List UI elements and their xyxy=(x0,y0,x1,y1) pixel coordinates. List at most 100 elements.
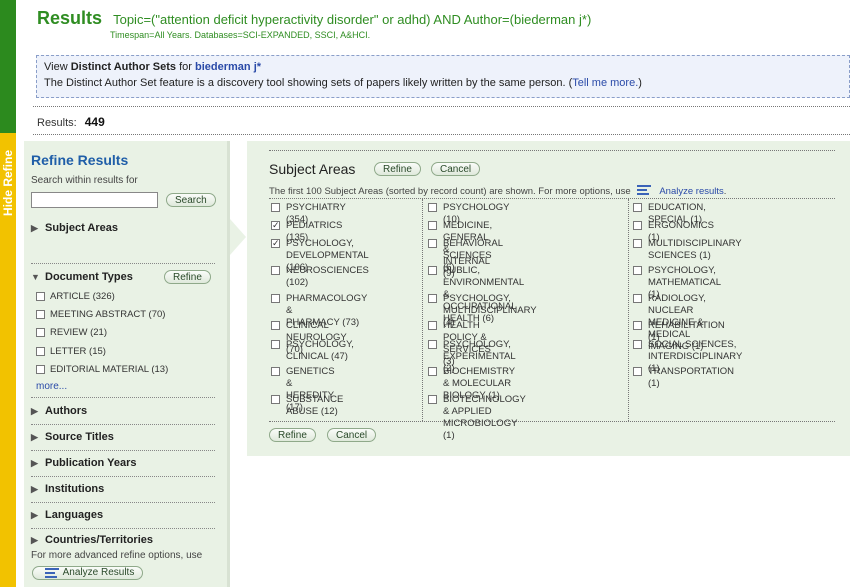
left-green-bar xyxy=(0,0,16,133)
more-doc-types-link[interactable]: more... xyxy=(36,381,67,392)
doc-type-label: REVIEW (21) xyxy=(50,327,108,338)
doc-type-checkbox[interactable]: EDITORIAL MATERIAL (13) xyxy=(36,364,168,375)
section-label: Authors xyxy=(45,405,88,417)
subject-areas-info: The first 100 Subject Areas (sorted by r… xyxy=(269,185,726,197)
section-label: Institutions xyxy=(45,483,105,495)
distinct-description: The Distinct Author Set feature is a dis… xyxy=(44,77,573,89)
checkbox[interactable] xyxy=(271,340,280,349)
results-label: Results: xyxy=(37,117,77,129)
column-separator xyxy=(422,199,423,421)
subject-area-label-line: PSYCHOLOGY, xyxy=(286,238,354,249)
divider xyxy=(31,450,215,451)
subject-area-label-line: NEUROSCIENCES (102) xyxy=(286,265,369,288)
advanced-options-text: For more advanced refine options, use xyxy=(31,550,203,561)
checkbox[interactable] xyxy=(271,294,280,303)
checkbox[interactable] xyxy=(633,321,642,330)
checkbox[interactable] xyxy=(428,294,437,303)
checkbox[interactable] xyxy=(633,221,642,230)
checkbox[interactable] xyxy=(428,367,437,376)
checkbox[interactable] xyxy=(428,203,437,212)
refine-sidebar: Refine Results Search within results for… xyxy=(24,141,230,587)
divider xyxy=(31,476,215,477)
section-subject-areas[interactable]: ▶ Subject Areas xyxy=(31,222,118,234)
analyze-icon xyxy=(637,185,652,195)
subject-area-label: MULTIDISCIPLINARY SCIENCES (1) xyxy=(648,238,741,262)
column-separator xyxy=(628,199,629,421)
doc-type-label: MEETING ABSTRACT (70) xyxy=(50,309,166,320)
section-document-types[interactable]: ▼ Document Types xyxy=(31,271,133,283)
checkbox[interactable] xyxy=(633,203,642,212)
checkbox[interactable] xyxy=(36,347,45,356)
hide-refine-label: Hide Refine xyxy=(1,149,16,217)
checkbox[interactable] xyxy=(428,239,437,248)
analyze-results-link[interactable]: Analyze results xyxy=(659,186,723,197)
divider xyxy=(31,397,215,398)
checkbox[interactable] xyxy=(428,395,437,404)
analyze-results-button[interactable]: Analyze Results xyxy=(32,566,143,580)
checkbox[interactable] xyxy=(633,367,642,376)
results-header: Results Topic=("attention deficit hypera… xyxy=(37,8,591,29)
triangle-down-icon: ▼ xyxy=(31,272,40,282)
section-source-titles[interactable]: ▶ Source Titles xyxy=(31,431,114,443)
doc-types-refine-button[interactable]: Refine xyxy=(164,270,211,284)
tell-me-more-link[interactable]: Tell me more. xyxy=(572,77,638,89)
doc-type-label: ARTICLE (326) xyxy=(50,291,115,302)
checkbox[interactable] xyxy=(428,221,437,230)
checkbox[interactable] xyxy=(271,367,280,376)
author-link[interactable]: biederman j* xyxy=(195,61,261,73)
section-institutions[interactable]: ▶ Institutions xyxy=(31,483,104,495)
subject-area-label: TRANSPORTATION (1) xyxy=(648,366,734,390)
analyze-results-label: Analyze Results xyxy=(62,567,135,578)
search-within-input[interactable] xyxy=(31,192,158,208)
subject-area-label-line: BIOCHEMISTRY & MOLECULAR xyxy=(443,366,515,389)
checkbox[interactable] xyxy=(633,294,642,303)
doc-type-label: LETTER (15) xyxy=(50,346,106,357)
search-within-label: Search within results for xyxy=(31,175,138,186)
checkbox-checked[interactable] xyxy=(271,219,280,231)
checkbox[interactable] xyxy=(36,365,45,374)
checkbox[interactable] xyxy=(633,266,642,275)
search-button[interactable]: Search xyxy=(166,193,216,207)
refine-button-bottom[interactable]: Refine xyxy=(269,428,316,442)
checkbox[interactable] xyxy=(428,340,437,349)
subject-area-label-line: PSYCHOLOGY, CLINICAL (47) xyxy=(286,339,354,362)
subject-area-label: BIOTECHNOLOGY & APPLIED MICROBIOLOGY (1) xyxy=(443,394,526,442)
doc-type-checkbox[interactable]: REVIEW (21) xyxy=(36,327,107,338)
checkbox[interactable] xyxy=(36,328,45,337)
results-count: Results: 449 xyxy=(37,115,105,129)
section-label: Subject Areas xyxy=(45,222,118,234)
section-label: Document Types xyxy=(45,271,133,283)
checkbox-checked[interactable] xyxy=(271,237,280,249)
info-text: The first 100 Subject Areas (sorted by r… xyxy=(269,186,631,197)
checkbox[interactable] xyxy=(633,239,642,248)
hide-refine-tab[interactable]: Hide Refine xyxy=(0,133,16,233)
doc-type-checkbox[interactable]: LETTER (15) xyxy=(36,346,106,357)
cancel-button-top[interactable]: Cancel xyxy=(431,162,481,176)
subject-area-label: SUBSTANCE ABUSE (12) xyxy=(286,394,343,418)
search-query: Topic=("attention deficit hyperactivity … xyxy=(113,12,592,27)
doc-type-checkbox[interactable]: MEETING ABSTRACT (70) xyxy=(36,309,165,320)
refine-button-top[interactable]: Refine xyxy=(374,162,421,176)
checkbox[interactable] xyxy=(271,321,280,330)
page-title: Results xyxy=(37,8,103,28)
divider xyxy=(31,424,215,425)
triangle-right-icon: ▶ xyxy=(31,535,38,545)
triangle-right-icon: ▶ xyxy=(31,223,38,233)
triangle-right-icon: ▶ xyxy=(31,406,38,416)
checkbox[interactable] xyxy=(36,292,45,301)
triangle-right-icon: ▶ xyxy=(31,484,38,494)
checkbox[interactable] xyxy=(428,321,437,330)
checkbox[interactable] xyxy=(633,340,642,349)
checkbox[interactable] xyxy=(271,203,280,212)
checkbox[interactable] xyxy=(428,266,437,275)
subject-area-label-line: MICROBIOLOGY (1) xyxy=(443,418,518,441)
checkbox[interactable] xyxy=(271,266,280,275)
section-languages[interactable]: ▶ Languages xyxy=(31,509,103,521)
section-publication-years[interactable]: ▶ Publication Years xyxy=(31,457,137,469)
checkbox[interactable] xyxy=(271,395,280,404)
section-countries[interactable]: ▶ Countries/Territories xyxy=(31,534,153,546)
cancel-button-bottom[interactable]: Cancel xyxy=(327,428,377,442)
doc-type-checkbox[interactable]: ARTICLE (326) xyxy=(36,291,115,302)
section-authors[interactable]: ▶ Authors xyxy=(31,405,87,417)
checkbox[interactable] xyxy=(36,310,45,319)
